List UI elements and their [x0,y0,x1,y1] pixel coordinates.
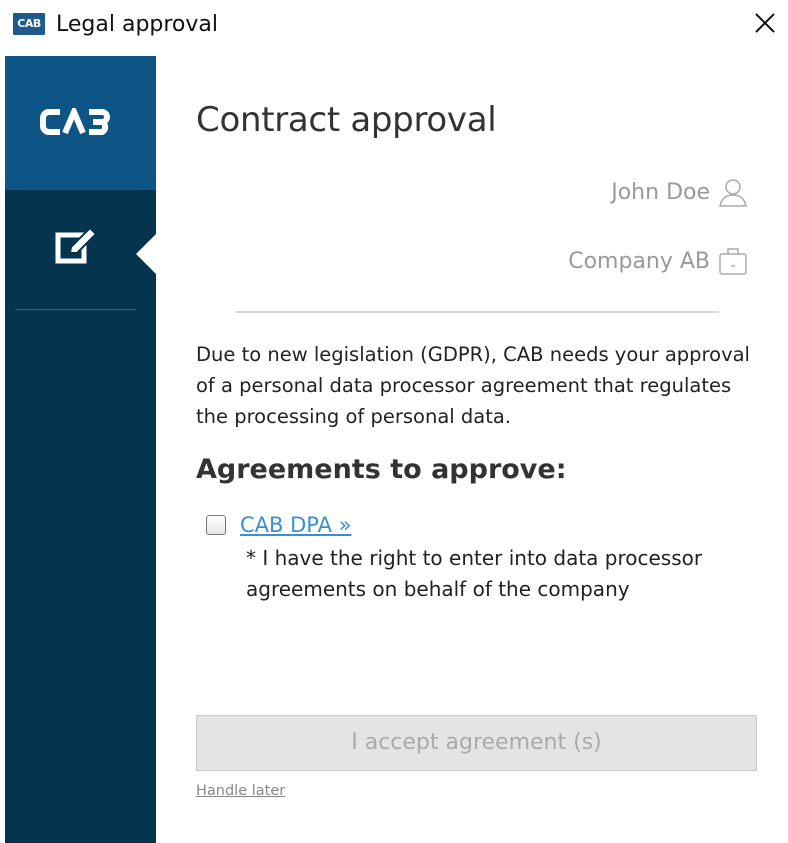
sidebar-divider [15,309,136,310]
close-button[interactable] [748,6,782,40]
agreement-note: * I have the right to enter into data pr… [246,546,703,601]
close-icon [755,13,775,33]
page-title: Contract approval [196,100,497,140]
intro-text: Due to new legislation (GDPR), CAB needs… [196,343,750,428]
accept-agreement-button[interactable]: I accept agreement (s) [196,715,757,771]
agreement-checkbox[interactable] [206,515,226,535]
cab-logo [40,108,110,135]
briefcase-icon [719,248,747,275]
sidebar [5,56,156,843]
company-name: Company AB [568,248,710,274]
section-divider [236,311,719,313]
user-info: John Doe [611,177,748,207]
title-bar: CAB Legal approval [0,0,788,52]
user-name: John Doe [611,179,710,205]
edit-icon [55,226,98,264]
agreements-heading: Agreements to approve: [196,454,567,485]
sidebar-item-edit[interactable] [5,190,156,310]
handle-later-link[interactable]: Handle later [196,783,285,799]
window-title: Legal approval [56,12,219,37]
company-info: Company AB [568,246,748,276]
app-icon: CAB [13,13,45,35]
user-icon [719,179,747,207]
agreement-row: CAB DPA » [206,513,352,537]
active-indicator [136,234,156,274]
cab-dpa-link[interactable]: CAB DPA » [240,513,352,537]
logo [5,56,156,190]
